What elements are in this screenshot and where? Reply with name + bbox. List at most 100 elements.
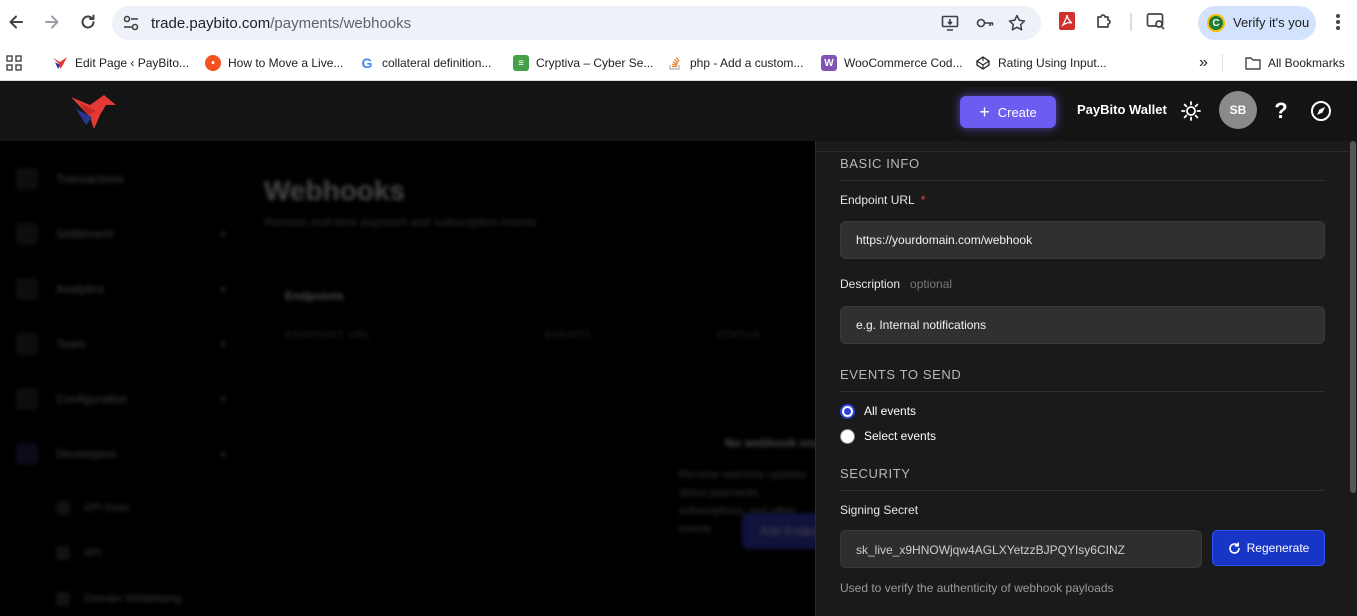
apps-grid-icon[interactable] xyxy=(6,53,22,73)
description-label: Description optional xyxy=(840,277,952,291)
sidebar-item-settlement: Settlement ▾ xyxy=(16,221,226,247)
reload-icon[interactable] xyxy=(76,10,100,34)
browser-toolbar: trade.paybito.com/payments/webhooks C Ve… xyxy=(0,0,1357,45)
plus-icon: + xyxy=(979,102,990,122)
endpoint-url-label-text: Endpoint URL xyxy=(840,193,915,207)
sub-item-label: API Keys xyxy=(84,502,130,514)
signing-secret-field[interactable]: sk_live_x9HNOWjqw4AGLXYetzzBJPQYIsy6CINZ xyxy=(840,530,1202,568)
chevron-down-icon: ▾ xyxy=(220,228,226,241)
url-path: /payments/webhooks xyxy=(270,15,412,32)
sidebar-item-label: Transactions xyxy=(56,172,125,186)
bookmarks-overflow-icon[interactable]: » xyxy=(1199,53,1208,73)
menu-kebab-icon[interactable] xyxy=(1331,12,1345,32)
bookmark-item[interactable]: G collateral definition... xyxy=(359,53,491,73)
bookmark-item[interactable]: W WooCommerce Cod... xyxy=(821,53,962,73)
radio-label: All events xyxy=(864,404,917,418)
column-header: ENDPOINT URL xyxy=(285,330,372,341)
address-bar[interactable]: trade.paybito.com/payments/webhooks xyxy=(112,6,1041,40)
user-avatar[interactable]: SB xyxy=(1219,91,1257,129)
bookmark-item[interactable]: Edit Page ‹ PayBito... xyxy=(52,53,189,73)
endpoint-url-input[interactable] xyxy=(840,221,1325,259)
tab-search-icon[interactable] xyxy=(1146,11,1168,33)
page-title: Webhooks xyxy=(264,175,406,206)
chevron-down-icon: ▾ xyxy=(220,283,226,296)
sidebar-item-configuration: Configuration ▾ xyxy=(16,386,226,412)
scrollbar[interactable] xyxy=(1350,141,1356,493)
password-key-icon[interactable] xyxy=(976,14,994,32)
bookmarks-bar: Edit Page ‹ PayBito... • How to Move a L… xyxy=(0,45,1357,81)
app-header: + Create PayBito Wallet SB ? xyxy=(0,81,1357,141)
woocommerce-favicon: W xyxy=(821,55,837,71)
sidebar-item-developers: Developers ▾ xyxy=(16,441,226,467)
back-arrow-icon[interactable] xyxy=(4,10,28,34)
sidebar-item-transactions: Transactions xyxy=(16,166,226,192)
radio-selected-icon[interactable] xyxy=(840,403,855,419)
regenerate-label: Regenerate xyxy=(1246,541,1310,555)
chevron-down-icon: ▾ xyxy=(220,448,226,461)
bookmark-label: Cryptiva – Cyber Se... xyxy=(536,56,654,70)
page-subtitle: Receive real-time payment and subscripti… xyxy=(264,215,537,229)
radio-all-events[interactable]: All events xyxy=(840,402,916,420)
divider xyxy=(840,490,1325,491)
bookmark-label: php - Add a custom... xyxy=(690,56,804,70)
radio-label: Select events xyxy=(864,429,937,443)
bookmark-item[interactable]: • How to Move a Live... xyxy=(205,53,343,73)
profile-avatar-icon: C xyxy=(1207,14,1225,32)
google-favicon: G xyxy=(359,55,375,71)
bookmarks-divider xyxy=(1222,54,1223,72)
signing-secret-label: Signing Secret xyxy=(840,503,919,517)
sub-item-label: Domain Whitelisting xyxy=(84,593,182,605)
security-heading: SECURITY xyxy=(840,466,911,481)
endpoints-card: Endpoints ENDPOINT URL EVENTS STATUS No … xyxy=(266,272,815,616)
bookmark-label: Rating Using Input... xyxy=(998,56,1107,70)
codepen-favicon xyxy=(975,55,991,71)
chevron-down-icon: ▾ xyxy=(220,338,226,351)
theme-toggle-icon[interactable] xyxy=(1180,100,1202,122)
paybito-logo[interactable] xyxy=(68,91,118,131)
help-icon[interactable]: ? xyxy=(1270,100,1292,122)
url-host: trade.paybito.com xyxy=(151,15,271,32)
description-input[interactable] xyxy=(840,306,1325,344)
radio-unselected-icon[interactable] xyxy=(840,428,855,444)
cryptiva-favicon: ≡ xyxy=(513,55,529,71)
endpoint-url-label: Endpoint URL * xyxy=(840,193,925,207)
sub-item-api-keys: API Keys xyxy=(56,501,129,515)
bookmark-item[interactable]: php - Add a custom... xyxy=(667,53,803,73)
add-webhook-drawer: BASIC INFO Endpoint URL * Description opti… xyxy=(815,141,1357,616)
sidebar-item-label: Team xyxy=(56,337,86,351)
sidebar-item-team: Team ▾ xyxy=(16,331,226,357)
stackoverflow-favicon xyxy=(667,55,683,71)
sidebar-item-label: Analytics xyxy=(56,282,105,296)
extensions-puzzle-icon[interactable] xyxy=(1094,11,1116,33)
secret-helper-text: Used to verify the authenticity of webho… xyxy=(840,581,1114,595)
bookmark-star-icon[interactable] xyxy=(1008,14,1026,32)
paybito-wallet-link[interactable]: PayBito Wallet xyxy=(1077,102,1167,117)
column-header: EVENTS xyxy=(545,330,592,341)
compass-icon[interactable] xyxy=(1310,100,1332,122)
description-label-text: Description xyxy=(840,277,901,291)
profile-verify-chip[interactable]: C Verify it's you xyxy=(1198,6,1316,40)
regenerate-button[interactable]: Regenerate xyxy=(1212,530,1325,566)
verify-label: Verify it's you xyxy=(1233,15,1310,30)
divider xyxy=(816,151,1351,152)
bookmark-label: WooCommerce Cod... xyxy=(844,56,963,70)
empty-state-line: Receive real-time updates about payments… xyxy=(679,469,807,499)
bookmark-label: How to Move a Live... xyxy=(228,56,344,70)
pdf-extension-icon[interactable] xyxy=(1057,11,1079,33)
install-app-icon[interactable] xyxy=(941,14,959,32)
sidebar-item-label: Configuration xyxy=(56,392,128,406)
card-title: Endpoints xyxy=(285,289,344,303)
site-settings-icon[interactable] xyxy=(122,15,140,31)
create-button[interactable]: + Create xyxy=(960,96,1056,128)
folder-icon xyxy=(1245,55,1261,71)
modal-backdrop[interactable]: Transactions Settlement ▾ Analytics ▾ Team… xyxy=(0,141,815,616)
all-bookmarks-folder[interactable]: All Bookmarks xyxy=(1245,53,1345,73)
radio-select-events[interactable]: Select events xyxy=(840,427,936,445)
add-endpoint-button: Add Endpoint xyxy=(742,513,815,549)
bookmark-label: collateral definition... xyxy=(382,56,492,70)
bookmark-item[interactable]: ≡ Cryptiva – Cyber Se... xyxy=(513,53,653,73)
optional-hint: optional xyxy=(910,277,953,291)
create-label: Create xyxy=(997,104,1037,120)
bookmark-item[interactable]: Rating Using Input... xyxy=(975,53,1107,73)
forward-arrow-icon[interactable] xyxy=(40,10,64,34)
